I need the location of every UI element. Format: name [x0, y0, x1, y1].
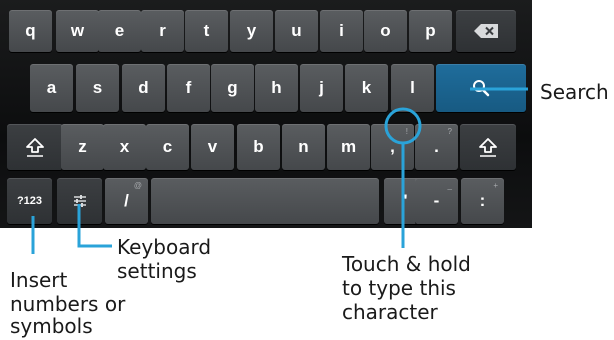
keyboard-settings-label-line2: settings [117, 259, 197, 283]
search-label: Search [540, 80, 609, 104]
keyboard-settings-callout-line [77, 204, 112, 248]
touch-hold-label-line2: to type this [342, 276, 456, 300]
touch-hold-label-line1: Touch & hold [342, 252, 471, 276]
insert-numbers-label-line3: symbols [10, 314, 93, 338]
keyboard-settings-label-line1: Keyboard [117, 235, 212, 259]
touch-hold-label-line3: character [342, 300, 438, 324]
callout-lines [31, 87, 528, 254]
insert-numbers-label-line1: Insert [10, 268, 68, 292]
touch-hold-circle [384, 107, 422, 145]
insert-numbers-label-line2: numbers or [10, 292, 126, 316]
